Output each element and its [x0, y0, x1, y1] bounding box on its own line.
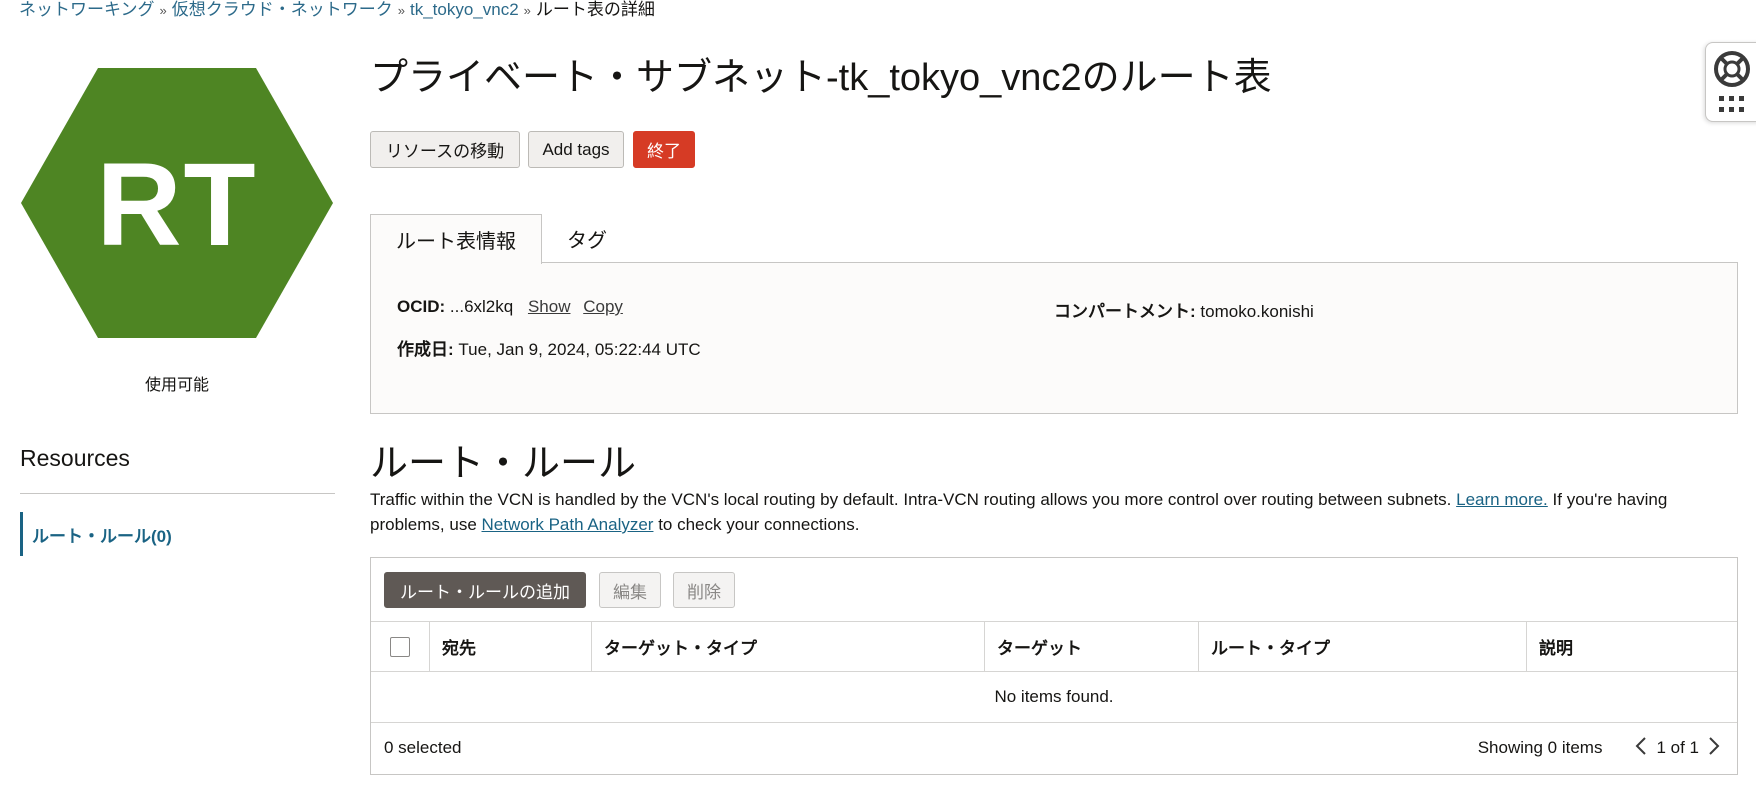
- created-row: 作成日: Tue, Jan 9, 2024, 05:22:44 UTC: [397, 335, 701, 360]
- ocid-label: OCID:: [397, 297, 446, 316]
- breadcrumb-vcn-name[interactable]: tk_tokyo_vnc2: [410, 0, 519, 19]
- column-header-target-type[interactable]: ターゲット・タイプ: [591, 622, 984, 671]
- compartment-row: コンパートメント: tomoko.konishi: [1054, 297, 1314, 322]
- tab-route-table-info[interactable]: ルート表情報: [370, 214, 542, 264]
- column-header-destination[interactable]: 宛先: [429, 622, 591, 671]
- ocid-copy-link[interactable]: Copy: [583, 297, 623, 316]
- delete-button[interactable]: 削除: [673, 572, 735, 608]
- compartment-value: tomoko.konishi: [1200, 302, 1314, 321]
- compartment-label: コンパートメント:: [1054, 302, 1196, 321]
- pagination: Showing 0 items 1 of 1: [1478, 732, 1729, 764]
- created-value: Tue, Jan 9, 2024, 05:22:44 UTC: [458, 340, 701, 359]
- breadcrumb-vcn[interactable]: 仮想クラウド・ネットワーク: [172, 0, 393, 19]
- move-resource-button[interactable]: リソースの移動: [370, 131, 520, 168]
- selected-count: 0 selected: [384, 738, 462, 757]
- breadcrumb-separator: »: [523, 3, 531, 18]
- breadcrumb: ネットワーキング » 仮想クラウド・ネットワーク » tk_tokyo_vnc2 » ルート…: [19, 0, 655, 20]
- help-widget[interactable]: [1705, 42, 1756, 122]
- sidebar-item-label: ルート・ルール(0): [32, 526, 172, 546]
- sidebar-item-route-rules[interactable]: ルート・ルール(0): [20, 512, 280, 556]
- resource-initials: RT: [96, 139, 258, 271]
- learn-more-link[interactable]: Learn more.: [1456, 490, 1548, 509]
- route-rules-table: ルート・ルールの追加 編集 削除 宛先 ターゲット・タイプ ターゲット ルート・…: [370, 557, 1738, 775]
- column-header-description[interactable]: 説明: [1526, 622, 1737, 671]
- breadcrumb-current: ルート表の詳細: [535, 0, 655, 19]
- chevron-left-icon[interactable]: [1634, 735, 1648, 762]
- breadcrumb-separator: »: [397, 3, 405, 18]
- divider: [20, 493, 335, 494]
- tab-tags[interactable]: タグ: [545, 214, 629, 263]
- column-header-route-type[interactable]: ルート・タイプ: [1198, 622, 1526, 671]
- route-rules-heading: ルート・ルール: [370, 443, 637, 485]
- created-label: 作成日:: [397, 340, 454, 359]
- add-route-rule-button[interactable]: ルート・ルールの追加: [384, 572, 586, 608]
- table-header: 宛先 ターゲット・タイプ ターゲット ルート・タイプ 説明: [371, 621, 1737, 672]
- lifebuoy-icon[interactable]: [1712, 49, 1752, 89]
- add-tags-button[interactable]: Add tags: [528, 131, 624, 168]
- page-info: 1 of 1: [1656, 738, 1699, 757]
- select-all-cell: [371, 622, 429, 671]
- column-header-target[interactable]: ターゲット: [984, 622, 1198, 671]
- breadcrumb-separator: »: [159, 3, 167, 18]
- ocid-row: OCID: ...6xl2kq Show Copy: [397, 297, 623, 317]
- showing-count: Showing 0 items: [1477, 738, 1603, 757]
- network-path-analyzer-link[interactable]: Network Path Analyzer: [482, 515, 654, 534]
- route-table-info-panel: OCID: ...6xl2kq Show Copy 作成日: Tue, Jan …: [370, 262, 1738, 414]
- ocid-value: ...6xl2kq: [449, 297, 514, 316]
- chevron-right-icon[interactable]: [1707, 735, 1721, 762]
- route-table-hexagon-icon: RT: [19, 66, 335, 340]
- select-all-checkbox[interactable]: [390, 636, 410, 657]
- apps-grid-icon[interactable]: [1718, 95, 1746, 115]
- route-rules-description: Traffic within the VCN is handled by the…: [370, 487, 1740, 537]
- ocid-show-link[interactable]: Show: [528, 297, 571, 316]
- description-text: to check your connections.: [653, 515, 860, 534]
- description-text: Traffic within the VCN is handled by the…: [370, 490, 1457, 509]
- terminate-button[interactable]: 終了: [633, 131, 695, 168]
- page-title: プライベート・サブネット-tk_tokyo_vnc2のルート表: [370, 57, 1272, 99]
- empty-table-message: No items found.: [371, 672, 1737, 723]
- breadcrumb-networking[interactable]: ネットワーキング: [19, 0, 155, 19]
- edit-button[interactable]: 編集: [599, 572, 661, 608]
- resources-heading: Resources: [20, 445, 130, 471]
- status-label: 使用可能: [144, 377, 209, 394]
